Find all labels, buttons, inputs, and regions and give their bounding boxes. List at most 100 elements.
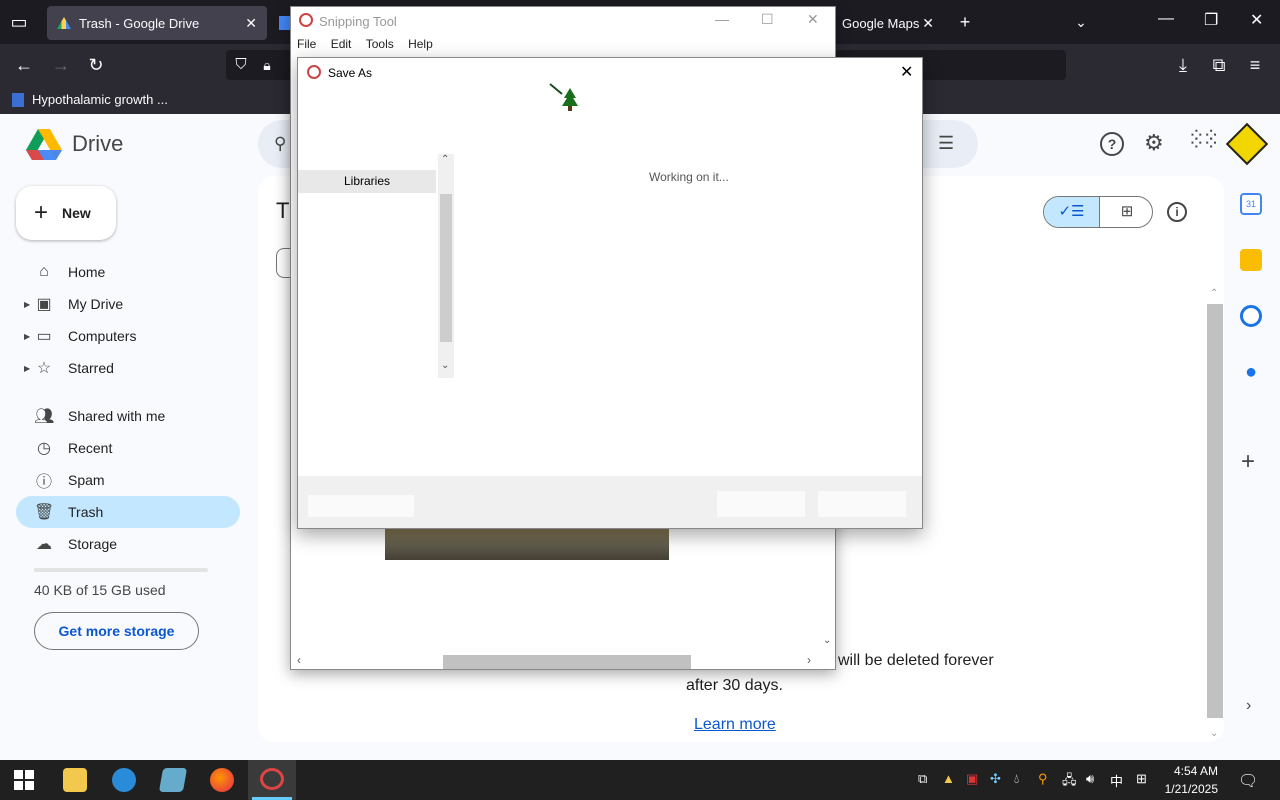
new-tab-icon[interactable]: +	[954, 11, 976, 33]
tray-app-icon[interactable]: ▣	[966, 771, 978, 787]
task-view-icon[interactable]: ⧉	[918, 771, 927, 787]
menu-icon[interactable]: ≡	[1244, 54, 1266, 76]
tray-app-icon[interactable]: ✣	[990, 771, 1001, 787]
menu-item-help[interactable]: Help	[408, 37, 433, 51]
firefox-icon[interactable]	[210, 768, 234, 792]
cancel-button[interactable]	[818, 491, 906, 517]
extensions-icon[interactable]: ⧉	[1208, 54, 1230, 76]
apps-grid-icon[interactable]: ⁘⁘ ⁘⁘	[1188, 126, 1219, 154]
star-icon: ☆	[36, 360, 52, 377]
tray-app-icon[interactable]: ▲	[942, 771, 955, 786]
add-addon-icon[interactable]: +	[1241, 448, 1255, 476]
network-icon[interactable]: 🖧	[1062, 771, 1077, 793]
search-options[interactable]: ☰	[920, 120, 978, 168]
list-all-tabs-icon[interactable]: ▭	[8, 11, 30, 33]
sidebar-item-label: Trash	[68, 504, 104, 520]
scroll-up-icon[interactable]: ⌃	[441, 154, 449, 165]
minimize-icon[interactable]: —	[1158, 10, 1174, 28]
taskbar-item-snipping-tool[interactable]	[248, 760, 296, 800]
sidebar-item-shared-with-me[interactable]: 👥︎ Shared with me	[16, 400, 240, 432]
bookmark-item[interactable]: Hypothalamic growth ...	[12, 92, 168, 107]
menu-item-file[interactable]: File	[297, 37, 316, 51]
notepad-icon[interactable]	[158, 768, 188, 792]
contacts-icon[interactable]: ●	[1240, 361, 1262, 383]
sidebar-item-recent[interactable]: ◷ Recent	[16, 432, 240, 464]
sidebar-item-my-drive[interactable]: ▣ My Drive	[16, 288, 240, 320]
sidebar-item-label: Spam	[68, 472, 105, 488]
close-tab-icon[interactable]: ✕	[922, 15, 934, 32]
settings-gear-icon[interactable]: ⚙	[1144, 130, 1164, 156]
tab-trash-google-drive[interactable]: Trash - Google Drive ✕	[47, 6, 267, 40]
help-icon[interactable]: ?	[1100, 132, 1124, 156]
shared-icon: 👥︎	[34, 408, 55, 425]
info-icon[interactable]: i	[1167, 202, 1187, 222]
close-dialog-icon[interactable]: ✕	[900, 62, 913, 82]
sidebar-item-storage[interactable]: ☁ Storage	[16, 528, 240, 560]
grid-view-icon[interactable]: ⊞	[1100, 197, 1152, 227]
close-window-icon[interactable]: ✕	[1250, 10, 1263, 30]
shield-icon[interactable]: ⛉	[230, 54, 252, 76]
notifications-icon[interactable]: 🗨︎	[1238, 771, 1258, 791]
get-more-storage-button[interactable]: Get more storage	[34, 612, 199, 650]
new-button[interactable]: + New	[16, 186, 116, 240]
tab-google-maps[interactable]: Google Maps ✕	[836, 6, 946, 40]
clock-icon: ◷	[37, 440, 51, 457]
scroll-left-icon[interactable]: ‹	[297, 653, 301, 667]
filter-chip[interactable]	[276, 248, 290, 278]
chevron-down-icon[interactable]: ⌄	[1070, 11, 1092, 33]
clock-date[interactable]: 1/21/2025	[1162, 782, 1218, 796]
my-drive-icon: ▣	[36, 296, 52, 313]
scroll-down-icon[interactable]: ⌄	[1210, 728, 1218, 739]
learn-more-link[interactable]: Learn more	[694, 716, 776, 734]
save-button[interactable]	[717, 491, 805, 517]
forward-icon[interactable]: →	[50, 54, 72, 76]
sidebar-item-trash[interactable]: 🗑︎ Trash	[16, 496, 240, 528]
downloads-icon[interactable]: ⤓	[1172, 54, 1194, 76]
input-grid-icon[interactable]: ⊞	[1136, 771, 1147, 787]
scroll-up-icon[interactable]: ⌃	[1210, 288, 1218, 299]
plus-icon: +	[34, 199, 49, 226]
hide-folders-button[interactable]	[308, 495, 414, 517]
save-as-dialog: Save As ✕ Libraries ⌃ ⌄ Working on it...	[297, 57, 923, 529]
back-icon[interactable]: ←	[13, 54, 35, 76]
chevron-right-icon[interactable]: ›	[1246, 697, 1251, 715]
search-icon[interactable]: ⚲	[1038, 771, 1048, 787]
ime-indicator[interactable]: 中	[1110, 771, 1123, 790]
scroll-right-icon[interactable]: ›	[807, 653, 811, 667]
maximize-icon[interactable]: ☐	[761, 11, 774, 28]
search-icon[interactable]: ⚲	[274, 134, 286, 154]
storage-usage-text: 40 KB of 15 GB used	[34, 582, 166, 598]
page-scrollbar-thumb[interactable]	[1207, 304, 1223, 718]
volume-icon[interactable]: 🔊︎	[1086, 771, 1094, 787]
sidebar-item-spam[interactable]: ⓘ Spam	[16, 464, 240, 496]
scroll-down-icon[interactable]: ⌄	[441, 360, 449, 371]
nav-pane-scrollbar[interactable]: ⌃ ⌄	[438, 154, 454, 378]
trash-notice-line2: after 30 days.	[686, 677, 783, 694]
list-view-icon[interactable]: ✓☰	[1044, 197, 1099, 227]
clock-time[interactable]: 4:54 AM	[1172, 764, 1218, 778]
keep-icon[interactable]	[1240, 249, 1262, 271]
sidebar-item-starred[interactable]: ☆ Starred	[16, 352, 240, 384]
nav-pane-scrollbar-thumb[interactable]	[440, 194, 452, 342]
trash-notice-line1: will be deleted forever	[838, 652, 994, 669]
tasks-icon[interactable]	[1240, 305, 1262, 327]
close-window-icon[interactable]: ✕	[807, 11, 819, 28]
droplet-icon[interactable]: 💧︎	[1014, 771, 1019, 787]
horizontal-scrollbar-thumb[interactable]	[443, 655, 691, 669]
windows-start-icon[interactable]	[14, 770, 34, 790]
lock-icon[interactable]: 🔒︎	[256, 54, 278, 76]
menu-item-edit[interactable]: Edit	[331, 37, 352, 51]
file-explorer-icon[interactable]	[63, 768, 87, 792]
reload-icon[interactable]: ↻	[85, 54, 107, 76]
close-tab-icon[interactable]: ✕	[245, 15, 257, 32]
calendar-icon[interactable]: 31	[1240, 193, 1262, 215]
scroll-down-icon[interactable]: ⌄	[823, 635, 831, 646]
sidebar-item-computers[interactable]: ▭ Computers	[16, 320, 240, 352]
minimize-icon[interactable]: —	[715, 11, 729, 27]
nav-pane-libraries[interactable]: Libraries	[298, 170, 436, 193]
filter-sliders-icon[interactable]: ☰	[938, 133, 954, 154]
restore-icon[interactable]: ❐	[1204, 10, 1218, 30]
edge-icon[interactable]	[112, 768, 136, 792]
menu-item-tools[interactable]: Tools	[366, 37, 394, 51]
sidebar-item-home[interactable]: ⌂ Home	[16, 256, 240, 288]
